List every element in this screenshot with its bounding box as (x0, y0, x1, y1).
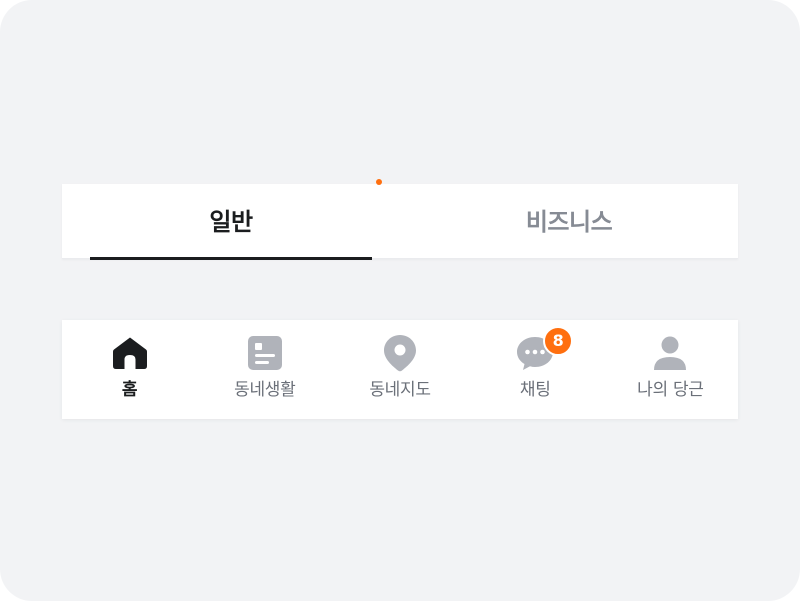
tab-business[interactable]: 비즈니스 (400, 184, 738, 259)
nav-label-neighborhood-life: 동네생활 (234, 380, 296, 400)
tab-general[interactable]: 일반 (90, 179, 382, 259)
document-icon (245, 334, 285, 372)
map-pin-icon (380, 334, 420, 372)
tab-general-label: 일반 (209, 207, 253, 236)
new-indicator-dot (376, 179, 382, 185)
nav-item-neighborhood-life[interactable]: 동네생활 (197, 320, 332, 419)
nav-item-my-karrot[interactable]: 나의 당근 (603, 320, 738, 419)
nav-label-my-karrot: 나의 당근 (637, 380, 704, 400)
nav-label-home: 홈 (121, 380, 138, 400)
chat-unread-badge: 8 (543, 326, 574, 356)
home-icon (110, 334, 150, 372)
nav-item-neighborhood-map[interactable]: 동네지도 (332, 320, 467, 419)
app-preview-canvas: 일반 비즈니스 홈 동네생활 동네지도 8 채팅 나의 당근 (0, 0, 800, 601)
person-icon (650, 334, 690, 372)
active-tab-indicator (90, 257, 372, 260)
tab-business-label: 비즈니스 (525, 207, 613, 236)
nav-item-chat[interactable]: 8 채팅 (468, 320, 603, 419)
nav-item-home[interactable]: 홈 (62, 320, 197, 419)
nav-label-chat: 채팅 (519, 380, 551, 400)
bottom-navigation-bar: 홈 동네생활 동네지도 8 채팅 나의 당근 (62, 320, 738, 419)
account-type-tab-bar: 일반 비즈니스 (62, 179, 738, 260)
nav-label-neighborhood-map: 동네지도 (369, 380, 431, 400)
